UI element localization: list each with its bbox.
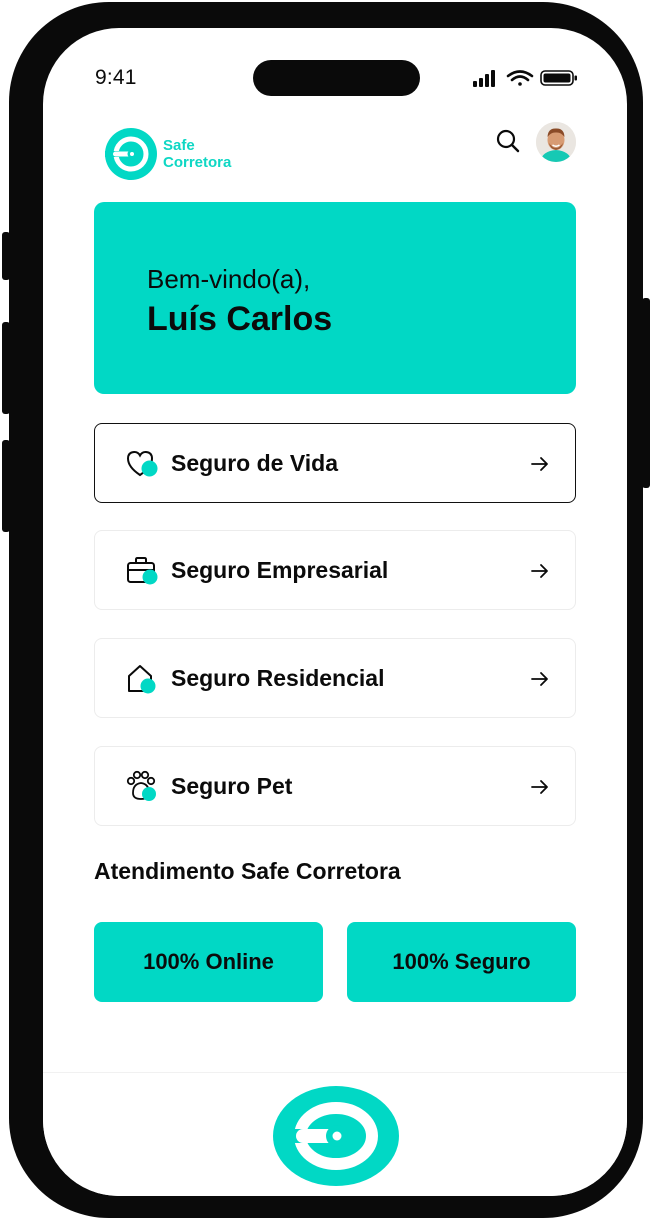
phone-frame: 9:41 Safe Corretora Bem-vindo(a), Luís C… [9,2,643,1218]
wifi-icon [506,70,534,86]
welcome-user-name: Luís Carlos [147,300,333,338]
insurance-item-vida[interactable]: Seguro de Vida [94,423,576,503]
dynamic-island [253,60,420,96]
online-button[interactable]: 100% Online [94,922,323,1002]
house-icon [128,665,156,694]
signal-icon [473,70,495,87]
insurance-item-label: Seguro Empresarial [171,557,389,583]
brand-name-line1: Safe [163,137,195,154]
power-button [642,298,650,488]
status-time: 9:41 [95,66,137,89]
insurance-item-pet[interactable]: Seguro Pet [94,746,576,826]
brand-logo[interactable]: Safe Corretora [105,128,231,180]
volume-up-button [2,322,10,414]
volume-down-button [2,440,10,532]
status-icons [473,70,577,87]
arrow-right-icon [531,672,548,686]
paw-icon [126,770,156,801]
brand-mark-icon [105,128,157,180]
insurance-item-residencial[interactable]: Seguro Residencial [94,638,576,718]
heart-icon [126,450,158,477]
avatar-portrait-icon [536,122,576,162]
insurance-item-empresarial[interactable]: Seguro Empresarial [94,530,576,610]
arrow-right-icon [531,457,548,471]
brand-name-line2: Corretora [163,154,232,171]
arrow-right-icon [531,780,548,794]
welcome-card: Bem-vindo(a), Luís Carlos [94,202,576,394]
insurance-item-label: Seguro Residencial [171,665,385,691]
brand-name: Safe Corretora [163,137,231,171]
insurance-item-label: Seguro Pet [171,773,293,799]
secure-button[interactable]: 100% Seguro [347,922,576,1002]
battery-icon [540,70,577,86]
user-avatar[interactable] [536,122,576,162]
app-screen: 9:41 Safe Corretora Bem-vindo(a), Luís C… [43,28,627,1196]
home-logo-button[interactable] [272,1086,400,1186]
action-button [2,232,10,280]
arrow-right-icon [531,564,548,578]
support-section-title: Atendimento Safe Corretora [94,858,401,884]
briefcase-icon [127,557,158,585]
welcome-greeting: Bem-vindo(a), [147,264,311,294]
search-icon[interactable] [495,128,521,154]
insurance-item-label: Seguro de Vida [171,450,339,476]
